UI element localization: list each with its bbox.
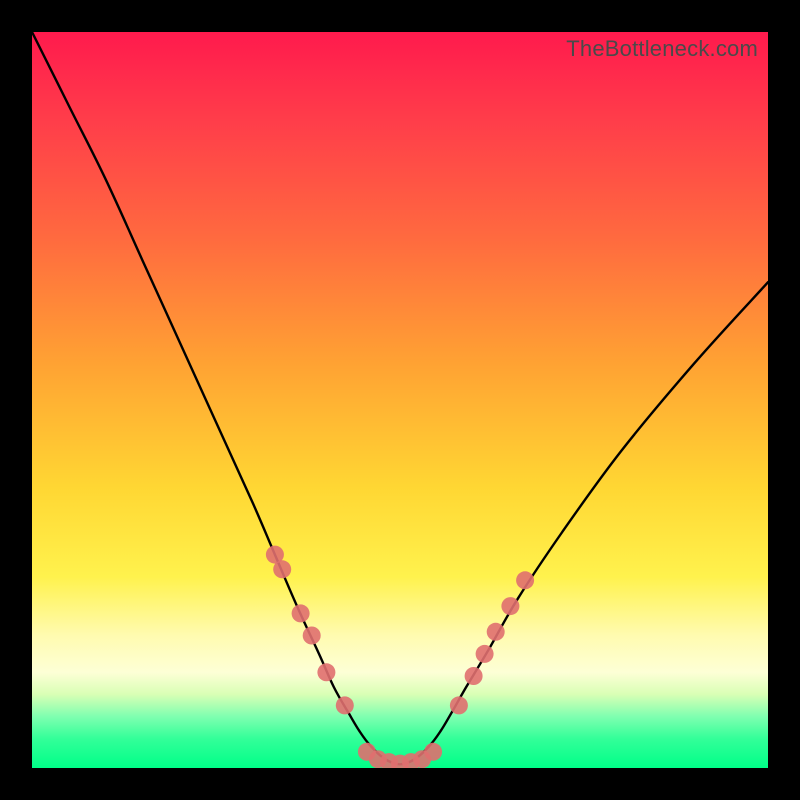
marker-dot — [336, 696, 354, 714]
marker-dot — [501, 597, 519, 615]
marker-dot — [465, 667, 483, 685]
marker-dot — [292, 604, 310, 622]
marker-dot — [476, 645, 494, 663]
marker-dot — [450, 696, 468, 714]
marker-dot — [317, 663, 335, 681]
marker-dot — [487, 623, 505, 641]
chart-frame: TheBottleneck.com — [0, 0, 800, 800]
marker-dot — [273, 560, 291, 578]
plot-area: TheBottleneck.com — [32, 32, 768, 768]
marker-dot — [303, 627, 321, 645]
bottleneck-curve — [32, 32, 768, 764]
marker-dots — [266, 546, 534, 768]
bottleneck-curve-svg — [32, 32, 768, 768]
marker-dot — [424, 743, 442, 761]
marker-dot — [516, 571, 534, 589]
